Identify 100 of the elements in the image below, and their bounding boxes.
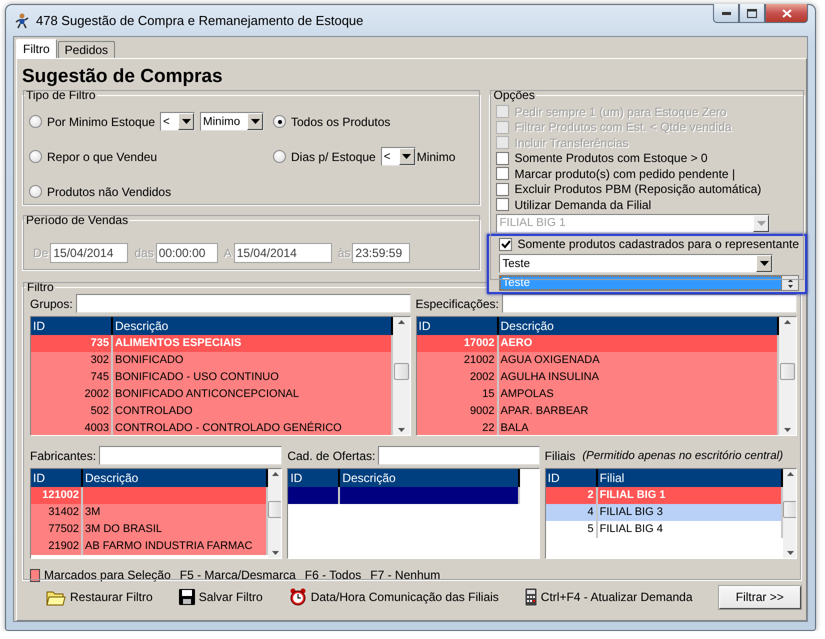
table-cell: 21902 bbox=[31, 538, 83, 555]
maximize-icon bbox=[747, 8, 757, 18]
scrollbar[interactable] bbox=[782, 276, 798, 290]
table-row[interactable]: 31402 3M bbox=[31, 504, 268, 521]
caret-icon bbox=[760, 261, 769, 266]
caret-icon bbox=[182, 119, 191, 124]
dropdown[interactable]: < bbox=[160, 112, 196, 131]
option-label: Minimo bbox=[416, 150, 456, 164]
scroll-up-icon[interactable] bbox=[398, 320, 405, 324]
close-icon bbox=[782, 8, 792, 18]
checkbox-label: Utilizar Demanda da Filial bbox=[514, 198, 652, 212]
scrollbar[interactable] bbox=[779, 317, 796, 435]
tab[interactable]: Pedidos bbox=[58, 41, 116, 58]
scroll-thumb[interactable] bbox=[394, 363, 409, 380]
table-cell: 22 bbox=[416, 420, 498, 435]
field-label: Grupos: bbox=[30, 296, 73, 310]
toolbar-button[interactable]: Restaurar Filtro bbox=[46, 588, 153, 606]
scroll-thumb[interactable] bbox=[780, 363, 795, 380]
check-icon bbox=[500, 240, 511, 249]
maximize-button[interactable] bbox=[739, 4, 765, 23]
dropdown[interactable]: Minimo bbox=[200, 112, 264, 131]
field-label: Fabricantes: bbox=[30, 448, 96, 462]
scrollbar[interactable] bbox=[393, 317, 410, 435]
text-field[interactable] bbox=[99, 446, 282, 465]
table-cell: 4003 bbox=[31, 420, 113, 435]
radio-button[interactable] bbox=[29, 185, 42, 198]
table-row[interactable]: 21902 AB FARMO INDUSTRIA FARMAC bbox=[31, 538, 268, 555]
field-label: Cad. de Ofertas: bbox=[287, 448, 376, 462]
scroll-arrows-icon bbox=[788, 278, 792, 288]
scroll-down-icon[interactable] bbox=[398, 428, 405, 432]
tab[interactable]: Filtro bbox=[16, 39, 57, 58]
text-field[interactable] bbox=[502, 294, 797, 313]
radio-button[interactable] bbox=[29, 115, 42, 128]
table-row[interactable]: 302 BONIFICADO bbox=[31, 352, 393, 369]
table-row[interactable]: 77502 3M DO BRASIL bbox=[31, 521, 268, 538]
shortcut-hint: F7 - Nenhum bbox=[370, 568, 440, 582]
minimize-icon bbox=[722, 12, 730, 14]
scroll-up-icon[interactable] bbox=[784, 320, 791, 324]
option-label: Produtos não Vendidos bbox=[47, 184, 172, 198]
option-label: Todos os Produtos bbox=[291, 114, 390, 128]
window-title: 478 Sugestão de Compra e Remanejamento de Estoque bbox=[36, 13, 364, 28]
radio-button[interactable] bbox=[29, 150, 42, 163]
table-row[interactable]: 2002 BONIFICADO ANTICONCEPCIONAL bbox=[31, 386, 393, 403]
toolbar-button[interactable]: Data/Hora Comunicação das Filiais bbox=[288, 588, 499, 606]
table-row[interactable]: 4 FILIAL BIG 3 bbox=[546, 504, 783, 521]
shortcut-hint: F5 - Marca/Desmarca bbox=[180, 568, 296, 582]
text-field[interactable] bbox=[378, 446, 540, 465]
table-row[interactable]: 745 BONIFICADO - USO CONTINUO bbox=[31, 369, 393, 386]
toolbar-button[interactable]: Salvar Filtro bbox=[178, 589, 263, 605]
table-row[interactable]: 502 CONTROLADO bbox=[31, 403, 393, 420]
minimize-button[interactable] bbox=[713, 4, 739, 23]
table-row[interactable]: 9002 APAR. BARBEAR bbox=[416, 403, 778, 420]
shortcut-hint: F6 - Todos bbox=[304, 568, 362, 582]
scroll-down-icon[interactable] bbox=[272, 551, 279, 555]
scroll-up-icon[interactable] bbox=[786, 472, 794, 476]
option-label: Repor o que Vendeu bbox=[47, 150, 158, 164]
dropdown[interactable]: Teste bbox=[499, 254, 774, 273]
table-row[interactable]: 4003 CONTROLADO - CONTROLADO GENÉRICO bbox=[31, 420, 393, 435]
legend-swatch bbox=[30, 568, 40, 582]
dropdown[interactable]: < bbox=[380, 147, 416, 166]
table-row[interactable]: 15 AMPOLAS bbox=[416, 386, 778, 403]
table-row[interactable]: 22 BALA bbox=[416, 420, 778, 435]
field-label: Filiais bbox=[544, 448, 576, 462]
caret-icon bbox=[756, 220, 766, 226]
toolbar-button[interactable]: Ctrl+F4 - Atualizar Demanda bbox=[524, 588, 693, 606]
scroll-down-icon[interactable] bbox=[784, 428, 791, 432]
alarm-clock-icon bbox=[288, 588, 307, 606]
person-icon bbox=[14, 12, 30, 28]
checkbox[interactable] bbox=[496, 152, 510, 165]
radio-button[interactable] bbox=[273, 150, 286, 163]
calculator-icon bbox=[524, 588, 537, 606]
checkbox-label: Excluir Produtos PBM (Reposição automática) bbox=[514, 182, 762, 196]
checkbox[interactable] bbox=[496, 198, 510, 212]
filter-button[interactable]: Filtrar >> bbox=[718, 586, 801, 608]
option-label: Por Minimo Estoque bbox=[47, 114, 156, 128]
checkbox-label: Somente Produtos com Estoque > 0 bbox=[514, 151, 708, 166]
note-text: (Permitido apenas no escritório central) bbox=[582, 450, 784, 462]
legend-label: Marcados para Seleção bbox=[44, 568, 171, 582]
text-field[interactable] bbox=[76, 294, 410, 313]
caret-icon bbox=[402, 154, 412, 159]
group-title: Opções bbox=[492, 89, 536, 102]
scroll-up-icon[interactable] bbox=[272, 472, 279, 476]
scrollbar[interactable] bbox=[782, 469, 796, 558]
table-row[interactable]: 21002 AGUA OXIGENADA bbox=[416, 352, 778, 369]
group-title: Período de Vendas bbox=[25, 214, 130, 227]
close-button[interactable] bbox=[765, 4, 808, 23]
scroll-thumb[interactable] bbox=[782, 501, 796, 518]
scroll-down-icon[interactable] bbox=[786, 551, 794, 555]
radio-button[interactable] bbox=[273, 115, 286, 128]
checkbox[interactable] bbox=[496, 167, 510, 180]
checkbox-label: Somente produtos cadastrados para o representante bbox=[517, 237, 799, 252]
caret-icon bbox=[250, 119, 260, 124]
checkbox-label: Marcar produto(s) com pedido pendente | bbox=[514, 166, 736, 181]
table-row[interactable]: 2002 AGULHA INSULINA bbox=[416, 369, 778, 386]
scroll-thumb[interactable] bbox=[268, 501, 282, 518]
checkbox[interactable] bbox=[499, 238, 512, 251]
scrollbar[interactable] bbox=[268, 469, 282, 558]
option-label: Dias p/ Estoque bbox=[291, 150, 376, 164]
checkbox[interactable] bbox=[496, 182, 510, 196]
table-cell: 5 bbox=[546, 521, 598, 538]
